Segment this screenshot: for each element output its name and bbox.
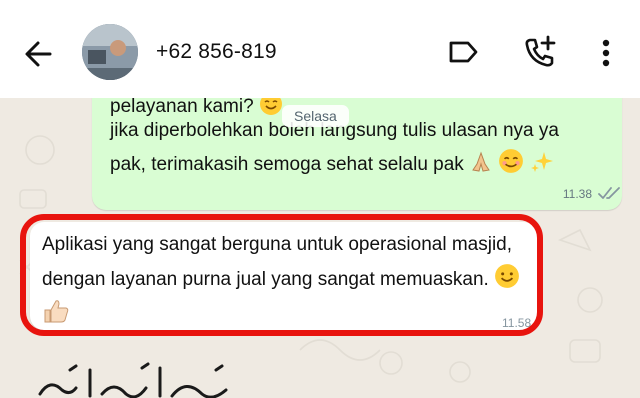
sparkles-icon bbox=[530, 152, 553, 172]
arrow-left-icon bbox=[25, 41, 52, 67]
date-chip: Selasa bbox=[282, 105, 349, 127]
label-button[interactable] bbox=[446, 38, 480, 66]
label-icon bbox=[449, 41, 478, 63]
add-call-button[interactable] bbox=[522, 34, 558, 70]
message-line: pak, terimakasih semoga sehat selalu pak bbox=[110, 148, 554, 176]
arabic-calligraphy bbox=[38, 362, 228, 398]
more-vert-icon bbox=[602, 39, 610, 67]
folded-hands-icon bbox=[472, 151, 490, 172]
back-button[interactable] bbox=[20, 34, 60, 74]
profile-photo bbox=[82, 24, 138, 80]
more-options-button[interactable] bbox=[594, 36, 618, 70]
highlight-frame bbox=[20, 214, 543, 336]
contact-name[interactable]: +62 856-819 bbox=[156, 40, 277, 64]
avatar[interactable] bbox=[82, 24, 138, 80]
chat-header: +62 856-819 bbox=[0, 0, 640, 98]
add-call-icon bbox=[525, 35, 556, 67]
smiling-face-icon bbox=[499, 149, 524, 173]
double-check-icon bbox=[598, 187, 620, 199]
